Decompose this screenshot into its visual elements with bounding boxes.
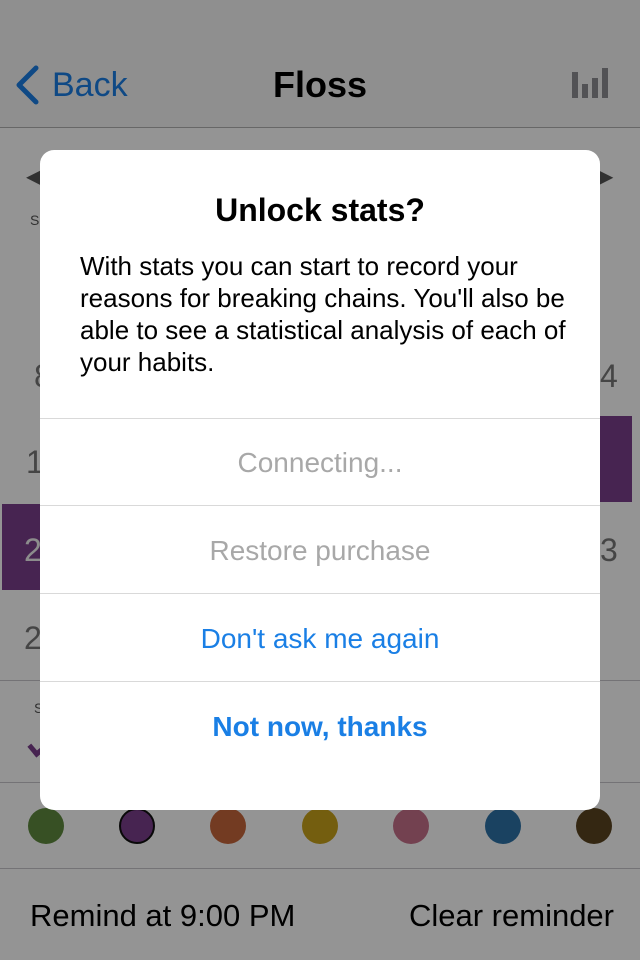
restore-purchase-button[interactable]: Restore purchase bbox=[40, 507, 600, 595]
connecting-button[interactable]: Connecting... bbox=[40, 419, 600, 507]
divider bbox=[40, 505, 600, 506]
divider bbox=[40, 681, 600, 682]
dialog-title: Unlock stats? bbox=[215, 192, 425, 228]
not-now-button[interactable]: Not now, thanks bbox=[40, 683, 600, 771]
dont-ask-again-button[interactable]: Don't ask me again bbox=[40, 595, 600, 683]
dialog-message: With stats you can start to record your … bbox=[80, 251, 566, 377]
divider bbox=[40, 593, 600, 594]
unlock-stats-dialog: Unlock stats? With stats you can start t… bbox=[40, 150, 600, 810]
